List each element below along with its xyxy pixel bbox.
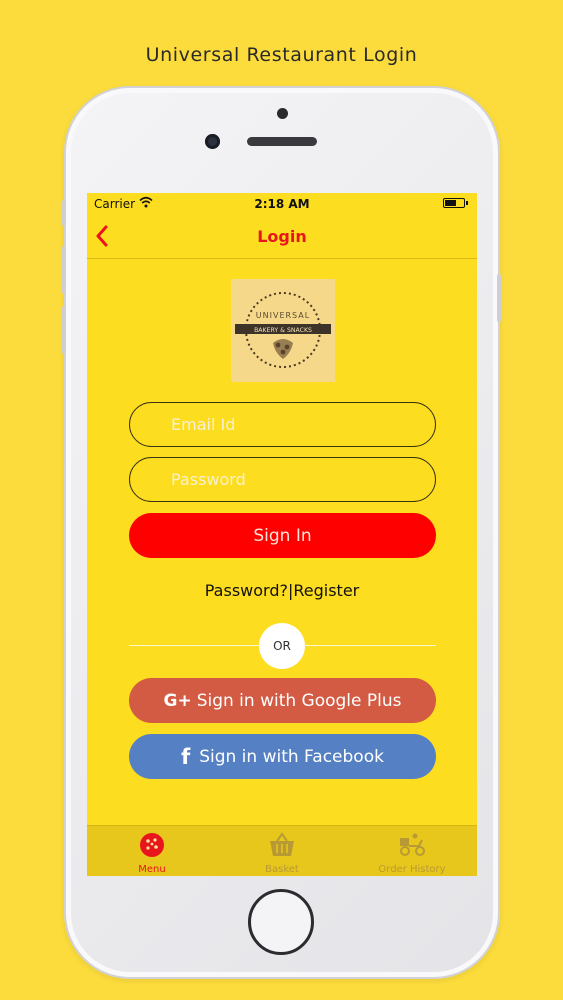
tab-menu[interactable]: Menu (87, 826, 217, 876)
page-caption: Universal Restaurant Login (145, 44, 418, 66)
phone-power-button (497, 274, 501, 322)
account-links: Password?|Register (87, 581, 477, 600)
status-bar: Carrier 2:18 AM (87, 193, 477, 215)
phone-side-button (62, 200, 66, 226)
or-badge: OR (259, 623, 305, 669)
app-screen: Carrier 2:18 AM Login UNIVERSAL BAKERY &… (87, 193, 477, 876)
phone-volume-down-button (62, 306, 66, 354)
facebook-sign-in-button[interactable]: f Sign in with Facebook (129, 734, 436, 779)
restaurant-logo: UNIVERSAL BAKERY & SNACKS (231, 279, 335, 382)
home-button[interactable] (248, 889, 314, 955)
tab-basket-label: Basket (265, 864, 299, 875)
forgot-password-link[interactable]: Password? (205, 581, 288, 600)
delivery-scooter-icon (400, 833, 425, 856)
tab-order-history-label: Order History (378, 864, 446, 875)
tab-basket[interactable]: Basket (217, 826, 347, 876)
pizza-icon (140, 833, 164, 857)
facebook-sign-in-label: Sign in with Facebook (199, 746, 384, 767)
svg-text:UNIVERSAL: UNIVERSAL (256, 311, 310, 320)
facebook-icon: f (181, 744, 191, 769)
battery-icon (443, 198, 468, 208)
phone-volume-up-button (62, 246, 66, 294)
status-time: 2:18 AM (254, 197, 310, 211)
page-title: Login (257, 227, 307, 246)
sign-in-button[interactable]: Sign In (129, 513, 436, 558)
phone-speaker (247, 137, 317, 146)
nav-bar: Login (87, 215, 477, 259)
phone-sensor (277, 108, 288, 119)
google-plus-icon: G+ (163, 690, 192, 711)
google-sign-in-button[interactable]: G+ Sign in with Google Plus (129, 678, 436, 723)
tab-menu-label: Menu (138, 864, 166, 875)
email-field[interactable] (129, 402, 436, 447)
phone-camera (205, 134, 220, 149)
svg-text:BAKERY & SNACKS: BAKERY & SNACKS (254, 327, 312, 334)
tab-order-history[interactable]: Order History (347, 826, 477, 876)
tab-bar: Menu Basket Order History (87, 825, 477, 876)
google-sign-in-label: Sign in with Google Plus (196, 690, 402, 711)
password-field[interactable] (129, 457, 436, 502)
basket-icon (270, 832, 294, 856)
register-link[interactable]: Register (293, 581, 359, 600)
